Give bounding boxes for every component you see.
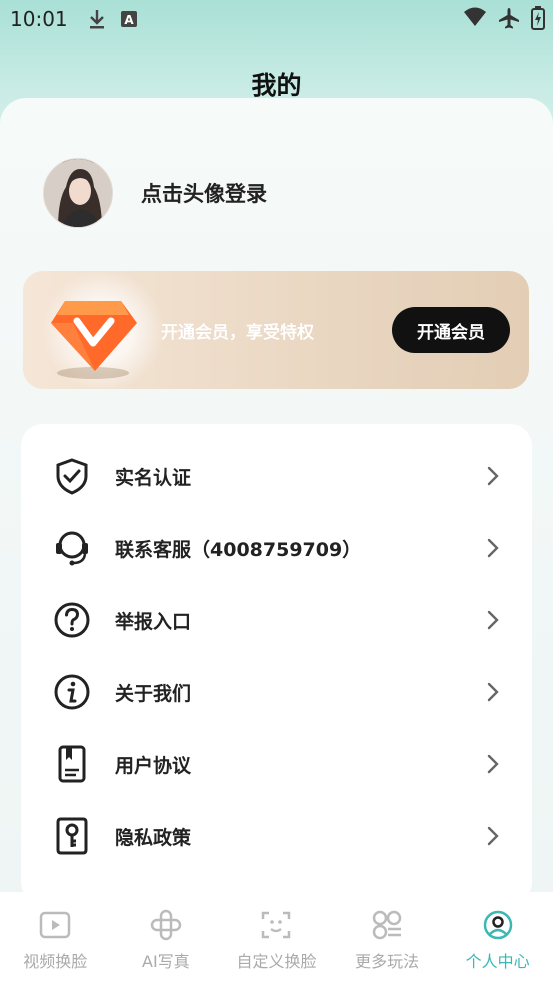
- chevron-right-icon: [487, 610, 499, 630]
- menu-label-real-name: 实名认证: [115, 466, 192, 489]
- shield-check-icon: [51, 455, 93, 497]
- status-time: 10:01: [10, 7, 68, 31]
- tab-ai-photo[interactable]: AI写真: [111, 892, 222, 984]
- menu-item-privacy[interactable]: 隐私政策: [21, 800, 532, 872]
- bottom-tab-bar: 视频换脸 AI写真 自定义换脸 更多玩法 个人中心: [0, 892, 553, 984]
- chevron-right-icon: [487, 466, 499, 486]
- face-scan-icon: [259, 908, 293, 942]
- grid-icon: [370, 908, 404, 942]
- menu-label-about: 关于我们: [115, 682, 192, 705]
- wifi-icon: [463, 6, 487, 35]
- menu-label-customer-service: 联系客服（4008759709）: [115, 538, 362, 561]
- download-icon: [84, 6, 110, 32]
- svg-text:A: A: [124, 13, 134, 27]
- question-icon: [51, 599, 93, 641]
- info-icon: [51, 671, 93, 713]
- font-a-icon: A: [116, 6, 142, 32]
- avatar[interactable]: [43, 158, 113, 228]
- profile-login[interactable]: 点击头像登录: [43, 158, 267, 228]
- video-icon: [38, 908, 72, 942]
- settings-menu: 实名认证 联系客服（4008759709） 举报入口 关于我们 用户协议 隐私政…: [21, 424, 532, 904]
- menu-label-privacy: 隐私政策: [115, 826, 192, 849]
- battery-icon: [531, 6, 545, 35]
- tab-label: 自定义换脸: [236, 952, 317, 971]
- tab-profile-center[interactable]: 个人中心: [442, 892, 553, 984]
- menu-item-user-agreement[interactable]: 用户协议: [21, 728, 532, 800]
- chevron-right-icon: [487, 682, 499, 702]
- tab-custom-face-swap[interactable]: 自定义换脸: [221, 892, 332, 984]
- vip-diamond-icon: [51, 301, 137, 379]
- status-bar: 10:01 A: [0, 0, 553, 38]
- privacy-key-icon: [51, 815, 93, 857]
- headset-icon: [51, 527, 93, 569]
- open-vip-button[interactable]: 开通会员: [392, 307, 510, 353]
- chevron-right-icon: [487, 826, 499, 846]
- login-prompt[interactable]: 点击头像登录: [141, 178, 267, 208]
- agreement-icon: [51, 743, 93, 785]
- airplane-icon: [497, 6, 521, 35]
- page-title: 我的: [251, 71, 302, 100]
- profile-icon: [481, 908, 515, 942]
- tab-label: 更多玩法: [355, 952, 420, 971]
- menu-label-report: 举报入口: [115, 610, 192, 633]
- vip-banner[interactable]: 开通会员，享受特权 开通会员: [23, 271, 529, 389]
- vip-promo-text: 开通会员，享受特权: [161, 323, 314, 343]
- menu-item-report[interactable]: 举报入口: [21, 584, 532, 656]
- tab-label: 视频换脸: [23, 952, 88, 971]
- tab-label: AI写真: [142, 952, 190, 971]
- chevron-right-icon: [487, 538, 499, 558]
- menu-item-real-name[interactable]: 实名认证: [21, 440, 532, 512]
- chevron-right-icon: [487, 754, 499, 774]
- menu-label-user-agreement: 用户协议: [115, 754, 192, 777]
- ai-photo-icon: [149, 908, 183, 942]
- menu-item-customer-service[interactable]: 联系客服（4008759709）: [21, 512, 532, 584]
- tab-more-fun[interactable]: 更多玩法: [332, 892, 443, 984]
- tab-video-face-swap[interactable]: 视频换脸: [0, 892, 111, 984]
- tab-label: 个人中心: [465, 952, 530, 971]
- menu-item-about[interactable]: 关于我们: [21, 656, 532, 728]
